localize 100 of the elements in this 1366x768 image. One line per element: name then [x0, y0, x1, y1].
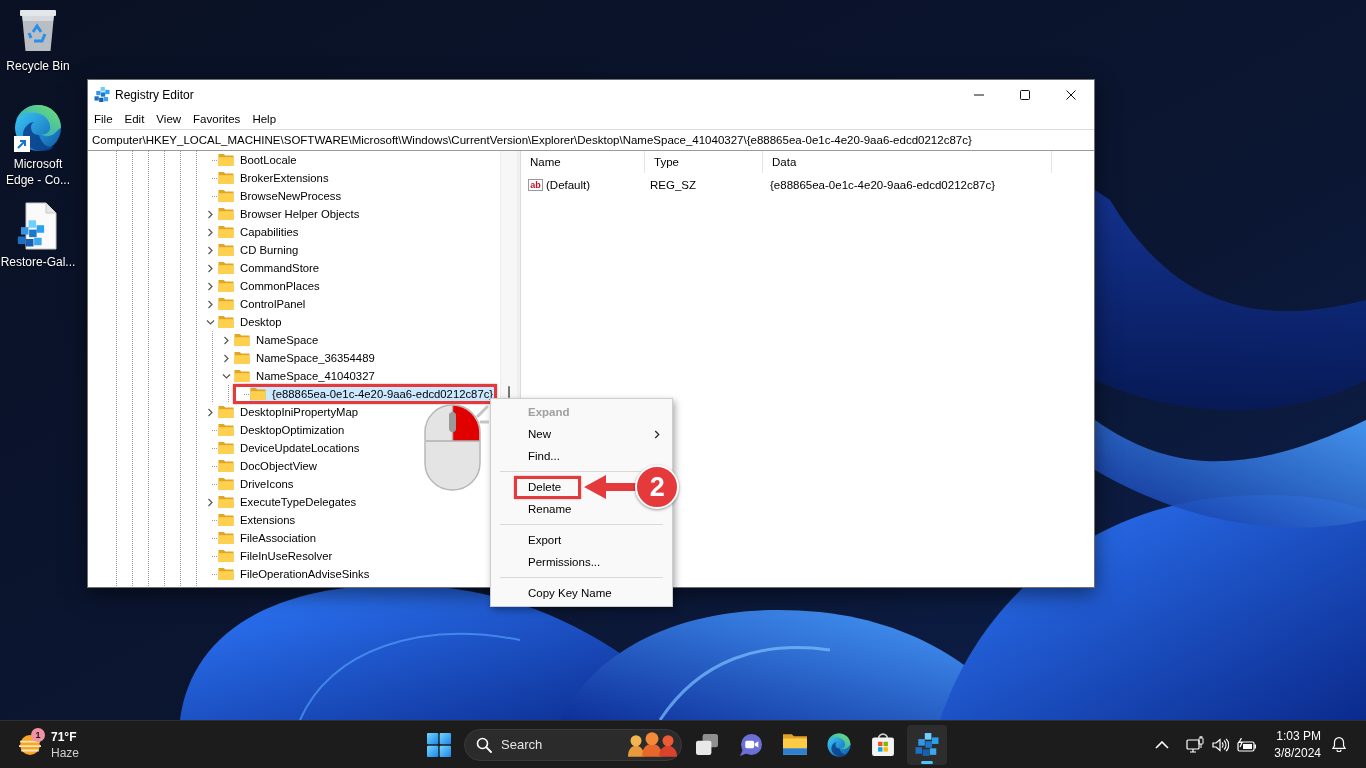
tree-item[interactable]: BootLocale — [218, 152, 298, 168]
address-bar[interactable]: Computer\HKEY_LOCAL_MACHINE\SOFTWARE\Microsoft\Windows\CurrentVersion\Explorer\Desktop\NameSpace_41040327\{e88865ea-0e1c-4e20-9aa6-edcd0212c87c} — [88, 129, 1094, 151]
folder-icon — [218, 477, 234, 491]
tree-item[interactable]: NameSpace_36354489 — [234, 350, 376, 366]
chevron-right-icon[interactable] — [222, 335, 230, 345]
folder-icon — [218, 459, 234, 473]
chat-icon — [740, 733, 762, 756]
clock-date[interactable]: 3/8/2024 — [1274, 744, 1321, 762]
chevron-right-icon[interactable] — [206, 497, 214, 507]
menu-item[interactable]: Permissions... — [491, 551, 613, 573]
chevron-right-icon[interactable] — [206, 245, 214, 255]
tree-item[interactable]: Extensions — [218, 512, 297, 528]
volume-icon[interactable] — [1212, 736, 1230, 753]
chevron-right-icon — [654, 429, 660, 439]
chevron-down-icon[interactable] — [206, 318, 215, 326]
menu-item[interactable]: View — [150, 109, 188, 129]
temperature[interactable]: 71°F — [51, 728, 79, 745]
tree-item[interactable]: ExecuteTypeDelegates — [218, 494, 358, 510]
browser-shortcut[interactable]: Microsoft Edge - Co... — [0, 104, 76, 202]
folder-icon — [218, 279, 234, 293]
battery-icon[interactable] — [1237, 737, 1257, 752]
notification-bell-icon[interactable] — [1332, 737, 1346, 752]
chevron-right-icon[interactable] — [206, 209, 214, 219]
clock-time[interactable]: 1:03 PM — [1274, 727, 1321, 745]
column-header[interactable]: Data — [763, 151, 1052, 173]
menu-item[interactable]: Copy Key Name — [491, 582, 624, 604]
folder-icon — [218, 171, 234, 185]
chevron-up-icon[interactable] — [1155, 740, 1170, 749]
tree-item[interactable]: NameSpace_41040327 — [234, 368, 376, 384]
folder-icon — [218, 495, 234, 509]
store-bag-icon — [872, 733, 894, 756]
network-icon[interactable] — [1186, 736, 1205, 753]
folder-icon — [218, 531, 234, 545]
folder-icon — [250, 387, 266, 401]
tree-item[interactable]: {e88865ea-0e1c-4e20-9aa6-edcd0212c87c} — [250, 387, 495, 401]
menu-item[interactable]: Delete — [517, 478, 579, 496]
tree-item[interactable]: DeviceUpdateLocations — [218, 440, 361, 456]
tree-item[interactable]: DocObjectView — [218, 458, 319, 474]
column-header[interactable]: Type — [645, 151, 763, 173]
tree-item[interactable]: CommonPlaces — [218, 278, 321, 294]
chevron-down-icon[interactable] — [222, 372, 231, 380]
folder-icon — [218, 207, 234, 221]
file-shortcut[interactable]: Restore-Gal... — [0, 202, 76, 300]
folder-icon — [218, 405, 234, 419]
menu-item[interactable]: File — [88, 109, 119, 129]
tree-item[interactable]: Capabilities — [218, 224, 300, 240]
folder-icon — [218, 315, 234, 329]
scrollbar-thumb[interactable] — [508, 386, 510, 398]
tree-item[interactable]: Desktop — [218, 314, 283, 330]
tree-item[interactable]: DesktopOptimization — [218, 422, 346, 438]
chevron-right-icon[interactable] — [206, 299, 214, 309]
tree-item[interactable]: BrowseNewProcess — [218, 188, 343, 204]
column-header[interactable]: Name — [521, 151, 645, 173]
tree-item[interactable]: CommandStore — [218, 260, 321, 276]
chevron-right-icon[interactable] — [222, 353, 230, 363]
tree-item[interactable]: CD Burning — [218, 242, 300, 258]
minimize-icon — [974, 93, 984, 96]
recycle-bin[interactable]: Recycle Bin — [0, 6, 76, 104]
table-cell-text: REG_SZ — [649, 178, 697, 193]
chevron-right-icon[interactable] — [206, 227, 214, 237]
menu-item[interactable]: Rename — [491, 498, 584, 520]
chevron-right-icon[interactable] — [206, 407, 214, 417]
menu-item[interactable]: Export — [491, 529, 574, 551]
chevron-right-icon[interactable] — [206, 281, 214, 291]
string-value-icon: ab — [528, 179, 543, 191]
folder-icon — [218, 297, 234, 311]
windows-logo-icon — [427, 732, 451, 757]
search-bar[interactable]: Search — [464, 728, 682, 761]
tree-item[interactable]: Browser Helper Objects — [218, 206, 361, 222]
recycle-bin-icon — [20, 9, 56, 51]
menu-item[interactable]: New — [491, 423, 672, 445]
table-cell-text: {e88865ea-0e1c-4e20-9aa6-edcd0212c87c} — [769, 178, 997, 193]
folder-icon — [234, 333, 250, 347]
browser-icon — [827, 732, 851, 757]
tree-item[interactable]: FileAssociation — [218, 530, 317, 546]
chevron-right-icon[interactable] — [206, 263, 214, 273]
window-title: Registry Editor — [115, 87, 195, 102]
folder-icon — [218, 189, 234, 203]
tree-item[interactable]: ControlPanel — [218, 296, 307, 312]
tree-item[interactable]: DriveIcons — [218, 476, 295, 492]
tree-item[interactable]: DesktopIniPropertyMap — [218, 404, 360, 420]
taskbar-button[interactable] — [907, 724, 947, 765]
value-name[interactable]: (Default) — [546, 175, 591, 195]
weather-condition[interactable]: Haze — [51, 744, 79, 761]
browser-shortcut-icon — [14, 104, 62, 152]
people-icon — [628, 732, 677, 757]
maximize-icon — [1020, 89, 1030, 100]
menu-item[interactable]: Favorites — [187, 109, 247, 129]
tree-item[interactable]: FileOperationAdviseSinks — [218, 566, 371, 582]
menu-item[interactable]: Help — [246, 109, 283, 129]
folder-icon — [218, 549, 234, 563]
tree-item[interactable]: BrokerExtensions — [218, 170, 330, 186]
menu-item[interactable]: Edit — [118, 109, 151, 129]
tree-item[interactable]: FileInUseResolver — [218, 548, 334, 564]
menu-item[interactable]: Find... — [491, 445, 572, 467]
folder-icon — [234, 351, 250, 365]
tree-item[interactable]: NameSpace — [234, 332, 320, 348]
search-input[interactable]: Search — [492, 734, 628, 755]
folder-icon — [218, 441, 234, 455]
search-icon — [476, 736, 492, 753]
